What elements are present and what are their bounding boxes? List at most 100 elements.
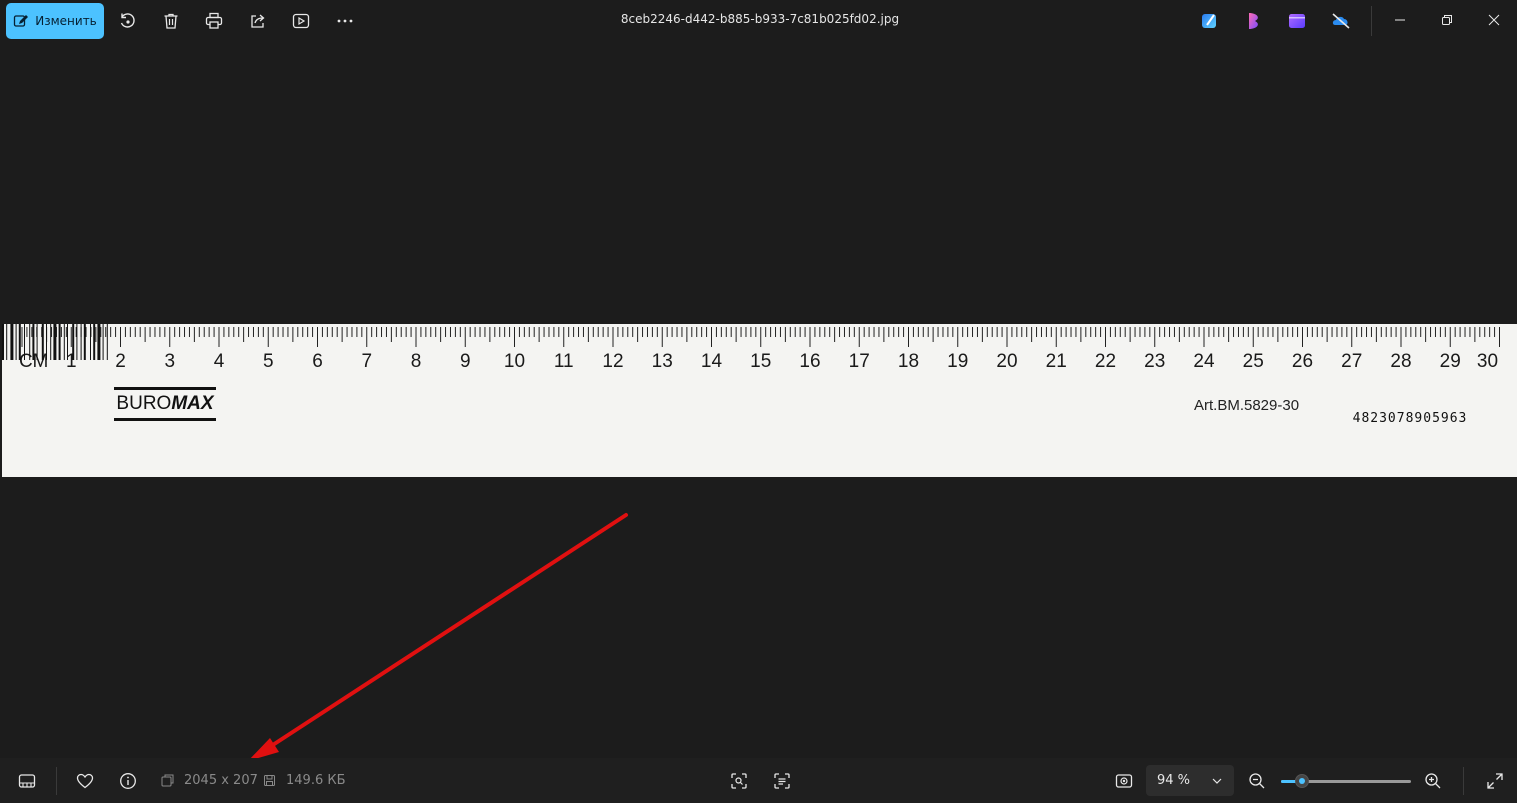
rotate-icon [120,13,135,28]
designer-app-icon[interactable] [1199,10,1221,32]
zoom-level-dropdown[interactable]: 94 % [1146,765,1234,796]
share-icon [251,14,265,28]
ruler-number: 7 [361,351,373,372]
info-icon [120,773,136,789]
visual-search-button[interactable] [724,766,754,796]
bottom-bar: 2045 x 207 149.6 КБ 94 % [0,758,1517,803]
heart-icon [76,773,94,789]
zoom-out-icon [1249,773,1265,789]
ruler-number: 24 [1193,351,1215,372]
barcode-bar [72,324,75,360]
barcode-bar [93,324,96,360]
bottom-divider [56,767,57,795]
ruler-number: 29 [1439,351,1461,372]
file-size-icon [264,775,275,786]
edit-button-label: Изменить [35,14,97,28]
ruler-number: 16 [799,351,821,372]
text-scan-button[interactable] [767,766,797,796]
barcode-bar [6,324,8,360]
barcode-bar [76,324,78,360]
zoom-slider-thumb[interactable] [1295,774,1310,788]
image-dimensions: 2045 x 207 [184,773,258,788]
ruler-number: 28 [1390,351,1412,372]
title-bar: Изменить 8ceb2246-d442-b885-b933-7c81b02… [0,0,1517,42]
barcode-bar [102,324,104,360]
barcode-bar [97,324,101,360]
more-icon [337,19,353,23]
barcode-bar [41,324,44,360]
barcode [2,324,108,360]
edit-image-icon [14,15,29,27]
zoom-in-button[interactable] [1418,766,1448,796]
barcode-bar [50,324,52,360]
slideshow-icon [292,13,310,29]
zoom-slider[interactable] [1281,772,1411,790]
file-title: 8ceb2246-d442-b885-b933-7c81b025fd02.jpg [620,12,900,26]
share-button[interactable] [243,6,273,36]
rotate-button[interactable] [112,6,142,36]
ruler-number: 21 [1045,351,1067,372]
ruler-number: 5 [262,351,274,372]
brand-logo: BURO MAX [114,387,216,421]
onedrive-offline-icon[interactable] [1330,10,1352,32]
filmstrip-button[interactable] [12,766,42,796]
barcode-bar [29,324,31,360]
barcode-bar [18,324,21,360]
favorite-button[interactable] [70,766,100,796]
barcode-bar [83,324,86,360]
video-editor-app-icon[interactable] [1286,10,1308,32]
ruler-number: 19 [947,351,969,372]
filmstrip-icon [18,774,36,788]
print-button[interactable] [199,6,229,36]
fit-screen-icon [1115,774,1133,788]
bottom-divider-right [1463,767,1464,795]
fit-to-screen-button[interactable] [1109,766,1139,796]
ruler-number: 26 [1291,351,1314,372]
ruler-number: 8 [410,351,422,372]
clipchamp-app-icon[interactable] [1243,10,1265,32]
file-size: 149.6 КБ [286,773,346,788]
ruler-number: 4 [213,351,225,372]
zoom-level-value: 94 % [1157,773,1191,788]
zoom-in-icon [1425,773,1441,789]
slideshow-button[interactable] [286,6,316,36]
info-button[interactable] [113,766,143,796]
titlebar-divider [1371,6,1372,36]
ruler-number: 3 [164,351,176,372]
close-button[interactable] [1471,0,1517,40]
ruler-number: 13 [651,351,673,372]
ruler-number: 30 [1476,351,1499,372]
barcode-bar [58,324,61,360]
minimize-button[interactable] [1377,0,1423,40]
ruler-number: 12 [602,351,624,372]
dimensions-icon [161,774,174,787]
fullscreen-button[interactable] [1480,766,1510,796]
minimize-icon [1395,19,1405,21]
barcode-bar [106,324,108,360]
zoom-out-button[interactable] [1242,766,1272,796]
brand-logo-part1: BURO [116,393,172,414]
more-options-button[interactable] [330,6,360,36]
restore-button[interactable] [1424,0,1470,40]
barcode-bar [36,324,38,360]
brand-logo-part2: MAX [171,393,214,414]
delete-button[interactable] [156,6,186,36]
ruler-number: 15 [750,351,772,372]
barcode-bar [80,324,82,360]
barcode-bar [2,324,4,360]
barcode-number: 4823078905963 [1340,411,1480,426]
ruler-number: 25 [1242,351,1264,372]
barcode-bar [90,324,91,360]
ruler-number: 14 [700,351,723,372]
barcode-bar [46,324,47,360]
ruler-number: 17 [848,351,870,372]
barcode-bar [10,324,14,360]
ruler-number: 22 [1094,351,1117,372]
ruler-number: 20 [996,351,1018,372]
ruler-number: 23 [1144,351,1166,372]
barcode-bar [24,324,25,360]
restore-icon [1442,15,1452,25]
barcode-bar [63,324,65,360]
edit-button[interactable]: Изменить [6,3,104,39]
printer-icon [205,12,223,29]
